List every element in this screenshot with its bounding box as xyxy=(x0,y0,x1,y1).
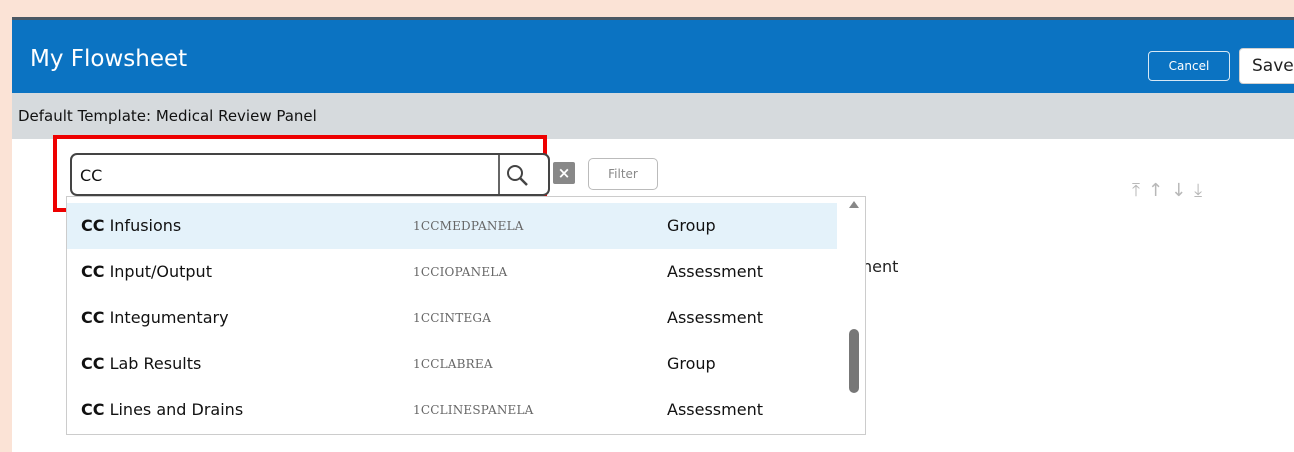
scroll-up-arrow-icon[interactable] xyxy=(849,201,859,208)
result-type: Group xyxy=(667,354,716,373)
result-name-prefix: CC xyxy=(81,308,105,327)
result-name: CC Lines and Drains xyxy=(81,400,243,419)
move-up-icon[interactable]: ↑ xyxy=(1148,180,1163,201)
move-bottom-icon[interactable]: ⤓ xyxy=(1194,180,1202,201)
result-name-rest: Lines and Drains xyxy=(104,400,244,419)
result-name-rest: Integumentary xyxy=(104,308,229,327)
result-type: Group xyxy=(667,216,716,235)
result-row[interactable]: CC Input/Output 1CCIOPANELA Assessment xyxy=(67,249,837,295)
window-title: My Flowsheet xyxy=(30,46,188,72)
result-row[interactable]: CC Integumentary 1CCINTEGA Assessment xyxy=(67,295,837,341)
search-divider xyxy=(498,155,500,194)
result-name-prefix: CC xyxy=(81,400,105,419)
result-name-rest: Lab Results xyxy=(104,354,202,373)
move-down-icon[interactable]: ↓ xyxy=(1171,180,1186,201)
result-row[interactable]: CC Lab Results 1CCLABREA Group xyxy=(67,341,837,387)
result-type: Assessment xyxy=(667,400,763,419)
result-row[interactable]: CC Lines and Drains 1CCLINESPANELA Assessm… xyxy=(67,387,837,433)
result-name: CC Integumentary xyxy=(81,308,229,327)
result-name: CC Input/Output xyxy=(81,262,212,281)
search-results-dropdown: CC Infusions 1CCMEDPANELA Group CC Input/Ou… xyxy=(66,196,866,435)
result-type: Assessment xyxy=(667,262,763,281)
template-bar: Default Template: Medical Review Panel xyxy=(12,93,1294,139)
result-name-prefix: CC xyxy=(81,354,105,373)
default-template-label: Default Template: Medical Review Panel xyxy=(18,107,317,125)
search-input[interactable] xyxy=(80,163,500,187)
results-scrollbar[interactable] xyxy=(842,197,865,434)
result-type: Assessment xyxy=(667,308,763,327)
result-name: CC Lab Results xyxy=(81,354,201,373)
result-code: 1CCIOPANELA xyxy=(413,265,508,279)
result-code: 1CCMEDPANELA xyxy=(413,219,524,233)
search-box[interactable] xyxy=(70,153,550,196)
result-name: CC Infusions xyxy=(81,216,181,235)
title-bar: My Flowsheet Cancel Save xyxy=(12,17,1294,93)
reorder-toolbar: ⤒ ↑ ↓ ⤓ xyxy=(1132,180,1202,201)
result-name-rest: Infusions xyxy=(104,216,182,235)
result-code: 1CCLABREA xyxy=(413,357,493,371)
move-top-icon[interactable]: ⤒ xyxy=(1132,180,1140,201)
result-code: 1CCINTEGA xyxy=(413,311,492,325)
result-name-prefix: CC xyxy=(81,262,105,281)
obscured-text: nent xyxy=(862,257,899,276)
result-code: 1CCLINESPANELA xyxy=(413,403,534,417)
cancel-button[interactable]: Cancel xyxy=(1148,51,1230,81)
result-name-rest: Input/Output xyxy=(104,262,212,281)
clear-search-button[interactable]: × xyxy=(553,162,575,184)
result-row[interactable]: CC Infusions 1CCMEDPANELA Group xyxy=(67,203,837,249)
save-button[interactable]: Save xyxy=(1239,48,1294,84)
scroll-thumb[interactable] xyxy=(849,329,859,393)
filter-button[interactable]: Filter xyxy=(588,158,658,190)
result-name-prefix: CC xyxy=(81,216,105,235)
search-icon[interactable] xyxy=(505,163,529,187)
